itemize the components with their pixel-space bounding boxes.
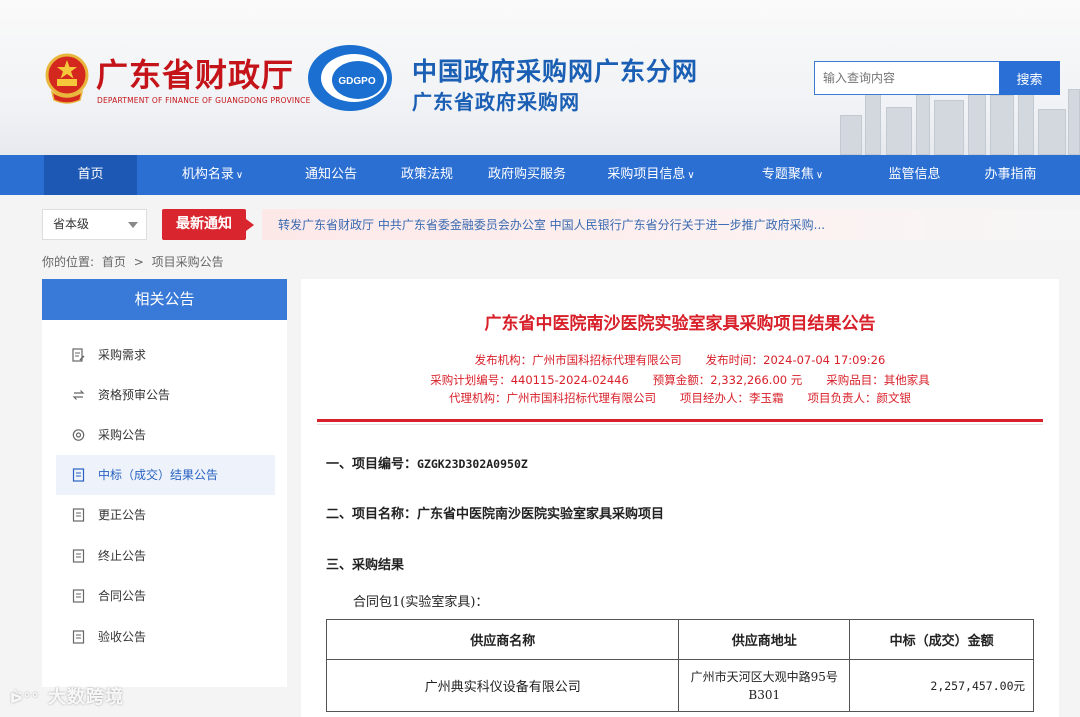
supplier-address: 广州市天河区大观中路95号B301 (678, 659, 851, 712)
national-emblem-icon (45, 53, 89, 104)
nav-item-supervision[interactable]: 监管信息 (872, 155, 957, 195)
main-nav: 首页 机构名录 ∨ 通知公告 政策法规 政府购买服务 采购项目信息 ∨ 专题聚焦 ∨ … (0, 155, 1080, 195)
site-title-secondary: 广东省政府采购网 (412, 90, 580, 114)
level-select[interactable]: 省本级 (42, 209, 147, 240)
supplier-name: 广州典实科仪设备有限公司 (325, 659, 680, 712)
col-supplier-name: 供应商名称 (325, 619, 680, 660)
sidebar-item-prequalification[interactable]: 资格预审公告 (56, 375, 275, 415)
article-panel: 广东省中医院南沙医院实验室家具采购项目结果公告 发布机构：广州市国科招标代理有限… (301, 279, 1059, 717)
article-title: 广东省中医院南沙医院实验室家具采购项目结果公告 (484, 314, 876, 334)
table-header-row: 供应商名称 供应商地址 中标（成交）金额 (325, 619, 1034, 660)
search-input[interactable] (814, 61, 1001, 95)
nav-item-policies[interactable]: 政策法规 (386, 155, 468, 195)
doc-icon (72, 508, 85, 522)
section-project-name: 二、项目名称：广东省中医院南沙医院实验室家具采购项目 (326, 507, 665, 522)
publish-time: 发布时间：2024-07-04 17:09:26 (705, 353, 886, 367)
project-name-value: 广东省中医院南沙医院实验室家具采购项目 (417, 507, 665, 522)
dept-name-cn: 广东省财政厅 (96, 56, 295, 94)
swap-icon (72, 390, 85, 400)
related-notices-sidebar: 相关公告 采购需求 资格预审公告 采购公告 中标（成交）结果公告 更正公告 终止… (42, 279, 287, 687)
nav-item-purchase-services[interactable]: 政府购买服务 (478, 155, 576, 195)
project-handler: 项目经办人：李玉霜 (680, 391, 784, 405)
site-title-primary: 中国政府采购网广东分网 (412, 57, 699, 86)
gdgpo-logo-icon: GDGPO (308, 45, 392, 111)
sidebar-item-termination[interactable]: 终止公告 (56, 536, 275, 576)
procurement-category: 采购品目：其他家具 (826, 373, 930, 387)
doc-icon (72, 468, 85, 482)
watermark-logo-icon: ᐖ°° (10, 691, 40, 707)
sidebar-item-procurement-demand[interactable]: 采购需求 (56, 335, 275, 375)
chevron-down-icon: ∨ (687, 170, 695, 181)
site-header: 广东省财政厅 DEPARTMENT OF FINANCE OF GUANGDON… (0, 0, 1080, 155)
article-meta-line-1: 发布机构：广州市国科招标代理有限公司 发布时间：2024-07-04 17:09:… (301, 352, 1059, 368)
award-amount: 2,257,457.00元 (849, 659, 1034, 712)
nav-item-topics[interactable]: 专题聚焦 ∨ (745, 155, 840, 195)
watermark: ᐖ°° 大数跨境 (10, 687, 124, 708)
sidebar-item-contract[interactable]: 合同公告 (56, 576, 275, 616)
nav-item-project-info[interactable]: 采购项目信息 ∨ (592, 155, 710, 195)
publisher: 发布机构：广州市国科招标代理有限公司 (474, 353, 682, 367)
result-table: 供应商名称 供应商地址 中标（成交）金额 广州典实科仪设备有限公司 广州市天河区… (325, 619, 1034, 712)
doc-edit-icon (72, 348, 85, 362)
caret-down-icon (128, 222, 138, 228)
section-procurement-result: 三、采购结果 (326, 558, 405, 573)
col-award-amount: 中标（成交）金额 (849, 619, 1034, 660)
sidebar-item-procurement-notice[interactable]: 采购公告 (56, 415, 275, 455)
table-row: 广州典实科仪设备有限公司 广州市天河区大观中路95号B301 2,257,457… (325, 659, 1034, 712)
article-meta-line-2: 采购计划编号：440115-2024-02446 预算金额：2,332,266.0… (301, 372, 1059, 388)
gdgpo-logo-text: GDGPO (338, 76, 375, 87)
search-button[interactable]: 搜索 (999, 61, 1060, 95)
budget-amount: 预算金额：2,332,266.00 元 (652, 373, 803, 387)
doc-icon (72, 549, 85, 563)
project-number-value: GZGK23D302A0950Z (417, 457, 528, 471)
agency: 代理机构：广州市国科招标代理有限公司 (449, 391, 656, 405)
dept-name-en: DEPARTMENT OF FINANCE OF GUANGDONG PROVI… (97, 96, 311, 105)
news-headline-link[interactable]: 转发广东省财政厅 中共广东省委金融委员会办公室 中国人民银行广东省分行关于进一步… (278, 216, 825, 233)
doc-icon (72, 630, 85, 644)
col-supplier-address: 供应商地址 (678, 619, 851, 660)
project-owner: 项目负责人：颜文银 (807, 391, 912, 405)
latest-notice-badge: 最新通知 (162, 209, 254, 240)
chevron-down-icon: ∨ (815, 170, 824, 181)
breadcrumb-home-link[interactable]: 首页 (102, 255, 126, 269)
nav-item-directory[interactable]: 机构名录 ∨ (160, 155, 265, 195)
breadcrumb-current: 项目采购公告 (151, 255, 224, 269)
sidebar-item-award-result[interactable]: 中标（成交）结果公告 (56, 455, 275, 495)
doc-icon (72, 589, 85, 603)
title-divider-red (317, 419, 1043, 422)
breadcrumb: 你的位置: 首页 > 项目采购公告 (42, 255, 224, 269)
chevron-down-icon: ∨ (235, 170, 244, 181)
nav-item-home[interactable]: 首页 (44, 155, 137, 195)
section-project-number: 一、项目编号：GZGK23D302A0950Z (326, 457, 528, 472)
sidebar-title: 相关公告 (42, 279, 287, 320)
sidebar-item-correction[interactable]: 更正公告 (56, 495, 275, 535)
nav-item-guide[interactable]: 办事指南 (968, 155, 1053, 195)
target-icon (72, 429, 85, 441)
nav-item-notices[interactable]: 通知公告 (290, 155, 372, 195)
plan-number: 采购计划编号：440115-2024-02446 (430, 373, 629, 387)
sidebar-item-acceptance[interactable]: 验收公告 (56, 617, 275, 657)
article-meta-line-3: 代理机构：广州市国科招标代理有限公司 项目经办人：李玉霜 项目负责人：颜文银 (301, 390, 1059, 406)
contract-package-label: 合同包1(实验室家具)： (353, 595, 489, 610)
title-divider-grey (317, 424, 1043, 425)
